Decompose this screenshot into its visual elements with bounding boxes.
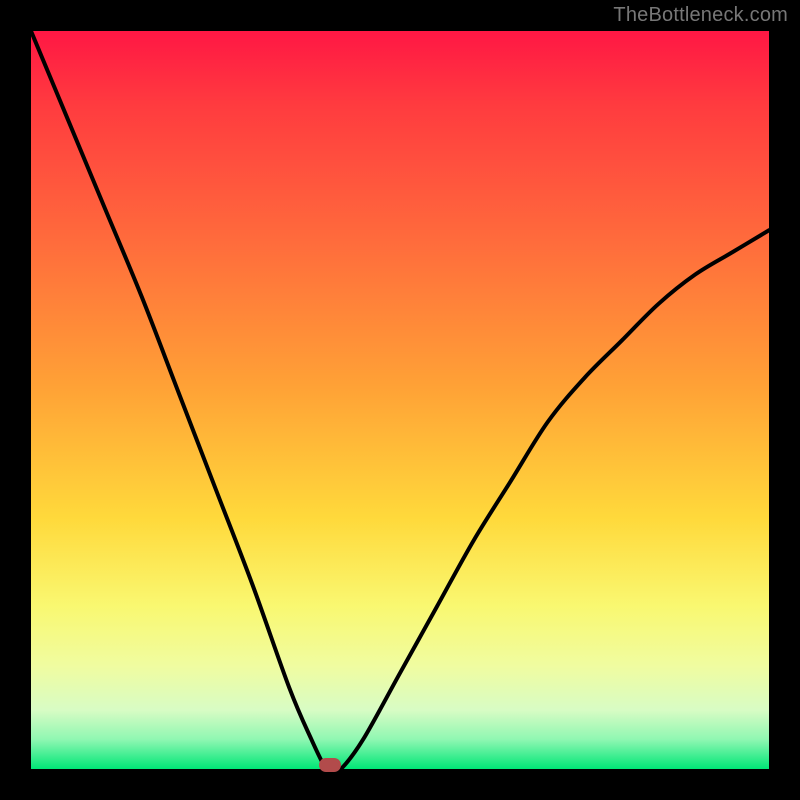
watermark-text: TheBottleneck.com: [613, 4, 788, 27]
curve-path: [31, 31, 769, 769]
plot-area: [31, 31, 769, 769]
chart-frame: TheBottleneck.com: [0, 0, 800, 800]
bottleneck-curve: [31, 31, 769, 769]
optimal-point-marker: [319, 758, 341, 772]
